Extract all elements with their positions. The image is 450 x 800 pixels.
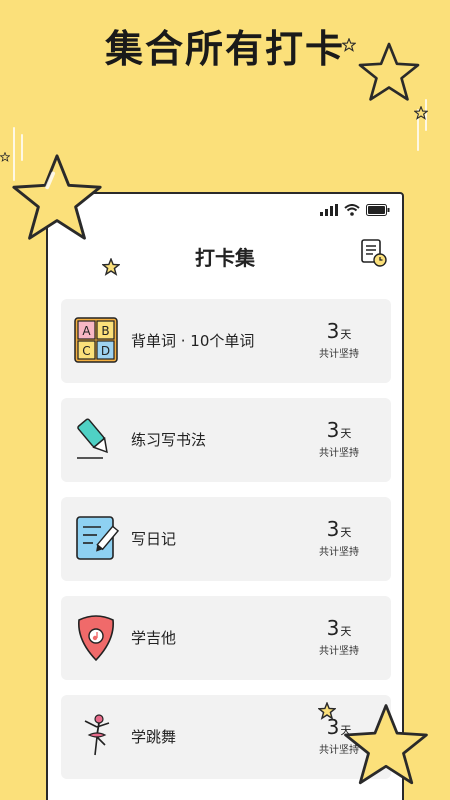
streak-caption: 共计坚持 bbox=[319, 349, 359, 360]
checkin-item-calligraphy[interactable]: 练习写书法 3天 共计坚持 bbox=[61, 398, 391, 482]
svg-text:C: C bbox=[82, 344, 90, 358]
streak-count: 3天 共计坚持 bbox=[301, 616, 377, 657]
streak-caption: 共计坚持 bbox=[319, 646, 359, 657]
item-label: 背单词 · 10个单词 bbox=[131, 332, 255, 350]
svg-text:B: B bbox=[101, 324, 109, 338]
streak-caption: 共计坚持 bbox=[319, 448, 359, 459]
small-star-icon bbox=[0, 152, 10, 162]
item-label: 写日记 bbox=[131, 530, 177, 548]
streak-unit: 天 bbox=[340, 625, 352, 638]
guitar-pick-icon bbox=[78, 615, 114, 662]
streak-count: 3天 共计坚持 bbox=[301, 517, 377, 558]
checkin-item-diary[interactable]: 写日记 3天 共计坚持 bbox=[61, 497, 391, 581]
wifi-icon bbox=[344, 204, 360, 216]
abcd-blocks-icon: A B C D bbox=[74, 317, 118, 363]
checkin-history-icon[interactable] bbox=[360, 238, 388, 268]
streak-unit: 天 bbox=[340, 328, 352, 341]
streak-caption: 共计坚持 bbox=[319, 547, 359, 558]
small-star-icon bbox=[102, 258, 120, 276]
star-icon bbox=[344, 704, 428, 785]
star-icon bbox=[358, 42, 420, 101]
streak-unit: 天 bbox=[340, 427, 352, 440]
svg-text:A: A bbox=[82, 324, 91, 338]
svg-text:D: D bbox=[101, 344, 110, 358]
item-label: 学跳舞 bbox=[131, 728, 177, 746]
status-bar bbox=[320, 204, 390, 216]
small-star-icon bbox=[414, 106, 428, 120]
streak-unit: 天 bbox=[340, 526, 352, 539]
battery-icon bbox=[366, 204, 390, 216]
notebook-pencil-icon bbox=[76, 516, 119, 560]
checkin-item-vocabulary[interactable]: A B C D 背单词 · 10个单词 3天 共计坚持 bbox=[61, 299, 391, 383]
streak-days: 3 bbox=[326, 616, 340, 640]
checkin-item-guitar[interactable]: 学吉他 3天 共计坚持 bbox=[61, 596, 391, 680]
signal-icon bbox=[320, 204, 338, 216]
item-label: 学吉他 bbox=[131, 629, 177, 647]
ballerina-icon bbox=[84, 714, 110, 756]
small-star-icon bbox=[318, 702, 336, 720]
streak-count: 3天 共计坚持 bbox=[301, 418, 377, 459]
small-star-icon bbox=[342, 38, 356, 52]
star-icon bbox=[12, 154, 102, 240]
streak-days: 3 bbox=[326, 418, 340, 442]
streak-count: 3天 共计坚持 bbox=[301, 319, 377, 360]
streak-days: 3 bbox=[326, 319, 340, 343]
item-label: 练习写书法 bbox=[131, 431, 207, 449]
brush-pen-icon bbox=[77, 418, 108, 459]
streak-days: 3 bbox=[326, 517, 340, 541]
